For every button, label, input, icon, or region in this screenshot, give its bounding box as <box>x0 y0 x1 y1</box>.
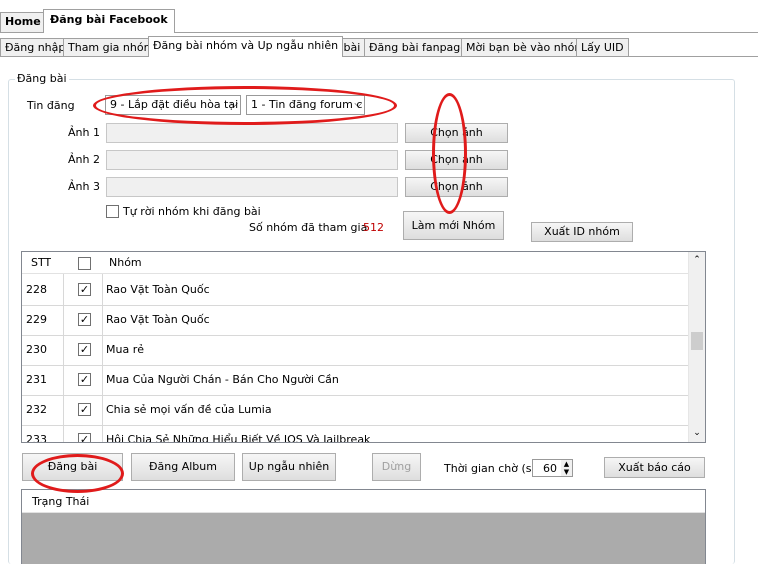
table-row[interactable]: 230 ✓ Mua rẻ <box>22 335 688 366</box>
row-name: Rao Vặt Toàn Quốc <box>106 313 210 326</box>
status-header-label: Trạng Thái <box>32 495 90 508</box>
image-3-label: Ảnh 3 <box>68 180 100 193</box>
tab-moi-ban-be[interactable]: Mời bạn bè vào nhóm <box>461 38 591 57</box>
tab-dang-bai-nhom[interactable]: Đăng bài nhóm và Up ngẫu nhiên <box>148 36 344 57</box>
row-checkbox[interactable]: ✓ <box>78 433 91 442</box>
row-name: Mua rẻ <box>106 343 144 356</box>
image-1-label: Ảnh 1 <box>68 126 100 139</box>
scroll-down-icon[interactable]: ⌄ <box>689 425 705 442</box>
table-row[interactable]: 232 ✓ Chia sẻ mọi vấn đề của Lumia <box>22 395 688 426</box>
row-checkbox[interactable]: ✓ <box>78 313 91 326</box>
row-stt: 229 <box>26 313 47 326</box>
row-stt: 232 <box>26 403 47 416</box>
wait-time-value: 60 <box>543 462 557 475</box>
image-3-field[interactable] <box>106 177 398 197</box>
table-row[interactable]: 229 ✓ Rao Vặt Toàn Quốc <box>22 305 688 336</box>
annotation-ellipse-choose-image <box>432 93 467 214</box>
row-stt: 231 <box>26 373 47 386</box>
random-up-button[interactable]: Up ngẫu nhiên <box>242 453 336 481</box>
tab-tham-gia-nhom[interactable]: Tham gia nhóm <box>63 38 160 57</box>
table-header: STT Nhóm <box>22 252 688 274</box>
annotation-ellipse-post <box>31 454 124 493</box>
joined-groups-count: 512 <box>363 221 384 234</box>
post-album-button[interactable]: Đăng Album <box>131 453 235 481</box>
image-1-field[interactable] <box>106 123 398 143</box>
spin-up-icon[interactable]: ▲ <box>561 460 572 468</box>
spin-down-icon[interactable]: ▼ <box>561 468 572 476</box>
row-checkbox[interactable]: ✓ <box>78 403 91 416</box>
header-name[interactable]: Nhóm <box>109 252 142 274</box>
sub-tab-line <box>0 56 758 57</box>
image-2-label: Ảnh 2 <box>68 153 100 166</box>
row-name: Chia sẻ mọi vấn đề của Lumia <box>106 403 272 416</box>
annotation-ellipse-combos <box>93 86 397 125</box>
image-2-field[interactable] <box>106 150 398 170</box>
leave-group-checkbox[interactable] <box>106 205 119 218</box>
tab-dang-bai-facebook[interactable]: Đăng bài Facebook <box>43 9 175 33</box>
vertical-scrollbar[interactable]: ⌃ ⌄ <box>688 252 705 442</box>
tab-lay-uid[interactable]: Lấy UID <box>576 38 629 57</box>
table-row[interactable]: 228 ✓ Rao Vặt Toàn Quốc <box>22 275 688 306</box>
table-row[interactable]: 233 ✓ Hội Chia Sẻ Những Hiểu Biết Về IOS… <box>22 425 688 443</box>
tin-dang-label: Tin đăng <box>27 99 75 112</box>
row-name: Rao Vặt Toàn Quốc <box>106 283 210 296</box>
tab-dang-nhap[interactable]: Đăng nhập <box>0 38 71 57</box>
groupbox-title: Đăng bài <box>15 72 69 85</box>
tab-dang-bai-fanpage[interactable]: Đăng bài fanpage <box>364 38 473 57</box>
row-name: Hội Chia Sẻ Những Hiểu Biết Về IOS Và Ja… <box>106 433 371 443</box>
status-header: Trạng Thái <box>22 490 705 513</box>
header-stt[interactable]: STT <box>31 252 51 274</box>
top-tab-strip: Home Đăng bài Facebook <box>0 9 758 33</box>
wait-time-label: Thời gian chờ (s) <box>444 462 536 475</box>
status-panel: Trạng Thái <box>21 489 706 564</box>
groups-table[interactable]: STT Nhóm 228 ✓ Rao Vặt Toàn Quốc 229 ✓ R… <box>21 251 706 443</box>
scroll-thumb[interactable] <box>691 332 703 350</box>
scroll-up-icon[interactable]: ⌃ <box>689 252 705 269</box>
wait-time-spinner[interactable]: 60 ▲ ▼ <box>532 459 573 477</box>
leave-group-label: Tự rời nhóm khi đăng bài <box>123 205 261 218</box>
refresh-groups-button[interactable]: Làm mới Nhóm <box>403 211 504 240</box>
row-checkbox[interactable]: ✓ <box>78 343 91 356</box>
header-select-all-checkbox[interactable] <box>78 257 91 270</box>
row-checkbox[interactable]: ✓ <box>78 283 91 296</box>
row-stt: 228 <box>26 283 47 296</box>
export-group-id-button[interactable]: Xuất ID nhóm <box>531 222 633 242</box>
row-checkbox[interactable]: ✓ <box>78 373 91 386</box>
row-name: Mua Của Người Chán - Bán Cho Người Cần <box>106 373 339 386</box>
export-report-button[interactable]: Xuất báo cáo <box>604 457 705 478</box>
table-row[interactable]: 231 ✓ Mua Của Người Chán - Bán Cho Người… <box>22 365 688 396</box>
row-stt: 233 <box>26 433 47 443</box>
stop-button[interactable]: Dừng <box>372 453 421 481</box>
tab-home[interactable]: Home <box>0 12 46 32</box>
joined-groups-label: Số nhóm đã tham gia <box>249 221 368 234</box>
row-stt: 230 <box>26 343 47 356</box>
sub-tab-strip: Đăng nhập Tham gia nhóm Đăng bài nhóm và… <box>0 36 758 57</box>
